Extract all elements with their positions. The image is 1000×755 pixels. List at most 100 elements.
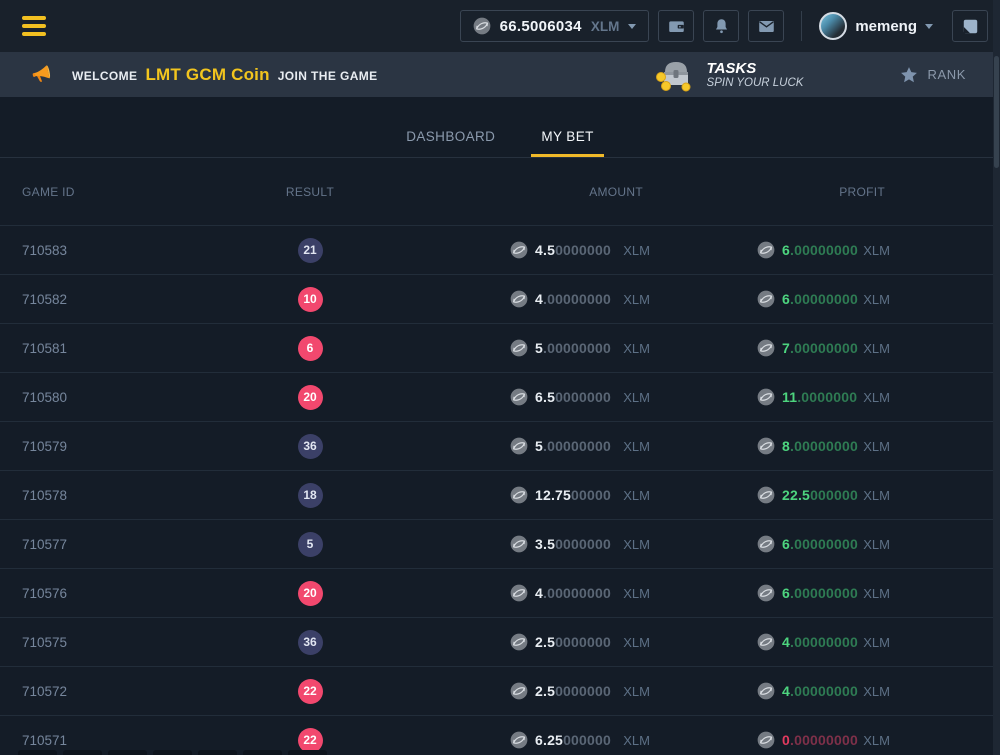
result-badge: 22 xyxy=(298,728,323,753)
profit-value: 6 xyxy=(782,536,790,552)
stellar-coin-icon xyxy=(757,339,775,357)
scrollbar-track[interactable] xyxy=(993,0,1000,755)
tasks-title: TASKS xyxy=(707,60,804,77)
stellar-coin-icon xyxy=(757,388,775,406)
table-row: 710577 5 3.50000000 XLM 6.00000000 XLM xyxy=(0,520,1000,569)
tasks-widget[interactable]: TASKS SPIN YOUR LUCK xyxy=(653,57,804,93)
table-row: 710581 6 5.00000000 XLM 7.00000000 XLM xyxy=(0,324,1000,373)
game-id: 710580 xyxy=(0,390,250,405)
header-game-id: GAME ID xyxy=(0,185,250,199)
profit-trailing-zeros: .00000000 xyxy=(790,536,858,552)
balance-value: 66.5006034 xyxy=(500,18,582,35)
profit-value: 0 xyxy=(782,732,790,748)
topbar-divider xyxy=(801,11,802,41)
tasks-subtitle: SPIN YOUR LUCK xyxy=(707,77,804,89)
stellar-coin-icon xyxy=(757,535,775,553)
mail-icon xyxy=(757,17,776,36)
stellar-coin-icon xyxy=(473,17,491,35)
chat-button[interactable] xyxy=(952,10,988,42)
stellar-coin-icon xyxy=(510,486,528,504)
profit-cell: 11.0000000 XLM xyxy=(650,388,890,406)
profit-trailing-zeros: .00000000 xyxy=(790,683,858,699)
result-badge: 22 xyxy=(298,679,323,704)
amount-trailing-zeros: .00000000 xyxy=(543,291,611,307)
game-id: 710577 xyxy=(0,537,250,552)
amount-value: 6.5 xyxy=(535,389,555,405)
profit-cell: 4.00000000 XLM xyxy=(650,633,890,651)
amount-cell: 5.00000000 XLM xyxy=(370,339,650,357)
profit-trailing-zeros: .0000000 xyxy=(797,389,857,405)
stellar-coin-icon xyxy=(510,731,528,749)
stellar-coin-icon xyxy=(757,682,775,700)
profit-unit: XLM xyxy=(863,292,890,307)
stellar-coin-icon xyxy=(510,535,528,553)
stellar-coin-icon xyxy=(757,731,775,749)
scrollbar-thumb[interactable] xyxy=(994,56,999,168)
stellar-coin-icon xyxy=(510,290,528,308)
result-badge: 6 xyxy=(298,336,323,361)
messages-button[interactable] xyxy=(748,10,784,42)
profit-unit: XLM xyxy=(863,684,890,699)
hamburger-icon xyxy=(22,16,46,20)
tab-my-bet[interactable]: MY BET xyxy=(531,129,603,157)
stellar-coin-icon xyxy=(510,437,528,455)
amount-trailing-zeros: 00000 xyxy=(571,487,611,503)
table-row: 710572 22 2.50000000 XLM 4.00000000 XLM xyxy=(0,667,1000,716)
treasure-chest-icon xyxy=(653,57,697,93)
profit-unit: XLM xyxy=(863,586,890,601)
amount-value: 2.5 xyxy=(535,683,555,699)
amount-trailing-zeros: 000000 xyxy=(563,732,611,748)
profit-trailing-zeros: .00000000 xyxy=(790,585,858,601)
stellar-coin-icon xyxy=(510,339,528,357)
game-id: 710572 xyxy=(0,684,250,699)
notifications-button[interactable] xyxy=(703,10,739,42)
promo-coin-name: LMT GCM Coin xyxy=(145,65,269,85)
table-row: 710579 36 5.00000000 XLM 8.00000000 XLM xyxy=(0,422,1000,471)
profit-value: 6 xyxy=(782,585,790,601)
stellar-coin-icon xyxy=(510,241,528,259)
amount-trailing-zeros: .00000000 xyxy=(543,340,611,356)
menu-button[interactable] xyxy=(20,12,48,40)
game-id: 710581 xyxy=(0,341,250,356)
result-badge: 18 xyxy=(298,483,323,508)
welcome-banner: WELCOME LMT GCM Coin JOIN THE GAME TASKS… xyxy=(0,52,1000,97)
amount-cell: 4.50000000 XLM xyxy=(370,241,650,259)
amount-trailing-zeros: 0000000 xyxy=(555,389,611,405)
amount-unit: XLM xyxy=(623,439,650,454)
profit-cell: 4.00000000 XLM xyxy=(650,682,890,700)
profit-value: 4 xyxy=(782,634,790,650)
amount-trailing-zeros: .00000000 xyxy=(543,438,611,454)
stellar-coin-icon xyxy=(757,437,775,455)
profit-value: 6 xyxy=(782,291,790,307)
amount-value: 3.5 xyxy=(535,536,555,552)
table-body: 710583 21 4.50000000 XLM 6.00000000 XLM … xyxy=(0,226,1000,755)
tab-dashboard[interactable]: DASHBOARD xyxy=(396,129,505,157)
game-id: 710578 xyxy=(0,488,250,503)
amount-cell: 6.25000000 XLM xyxy=(370,731,650,749)
header-profit: PROFIT xyxy=(650,185,890,199)
tab-bar: DASHBOARD MY BET xyxy=(0,97,1000,158)
profit-cell: 22.5000000 XLM xyxy=(650,486,890,504)
rank-widget[interactable]: RANK xyxy=(899,65,966,85)
amount-unit: XLM xyxy=(623,243,650,258)
profit-unit: XLM xyxy=(863,488,890,503)
profit-unit: XLM xyxy=(863,243,890,258)
game-id: 710575 xyxy=(0,635,250,650)
amount-cell: 12.7500000 XLM xyxy=(370,486,650,504)
stellar-coin-icon xyxy=(757,584,775,602)
stellar-coin-icon xyxy=(510,633,528,651)
profit-trailing-zeros: .00000000 xyxy=(790,291,858,307)
amount-unit: XLM xyxy=(623,635,650,650)
amount-trailing-zeros: 0000000 xyxy=(555,536,611,552)
amount-cell: 6.50000000 XLM xyxy=(370,388,650,406)
profit-trailing-zeros: .00000000 xyxy=(790,732,858,748)
chevron-down-icon xyxy=(628,24,636,29)
amount-trailing-zeros: 0000000 xyxy=(555,634,611,650)
bell-icon xyxy=(712,17,731,36)
profit-trailing-zeros: .00000000 xyxy=(790,242,858,258)
wallet-button[interactable] xyxy=(658,10,694,42)
game-id: 710571 xyxy=(0,733,250,748)
table-header: GAME ID RESULT AMOUNT PROFIT xyxy=(0,158,1000,226)
balance-selector[interactable]: 66.5006034 XLM xyxy=(460,10,650,42)
user-menu[interactable]: memeng xyxy=(819,12,933,40)
